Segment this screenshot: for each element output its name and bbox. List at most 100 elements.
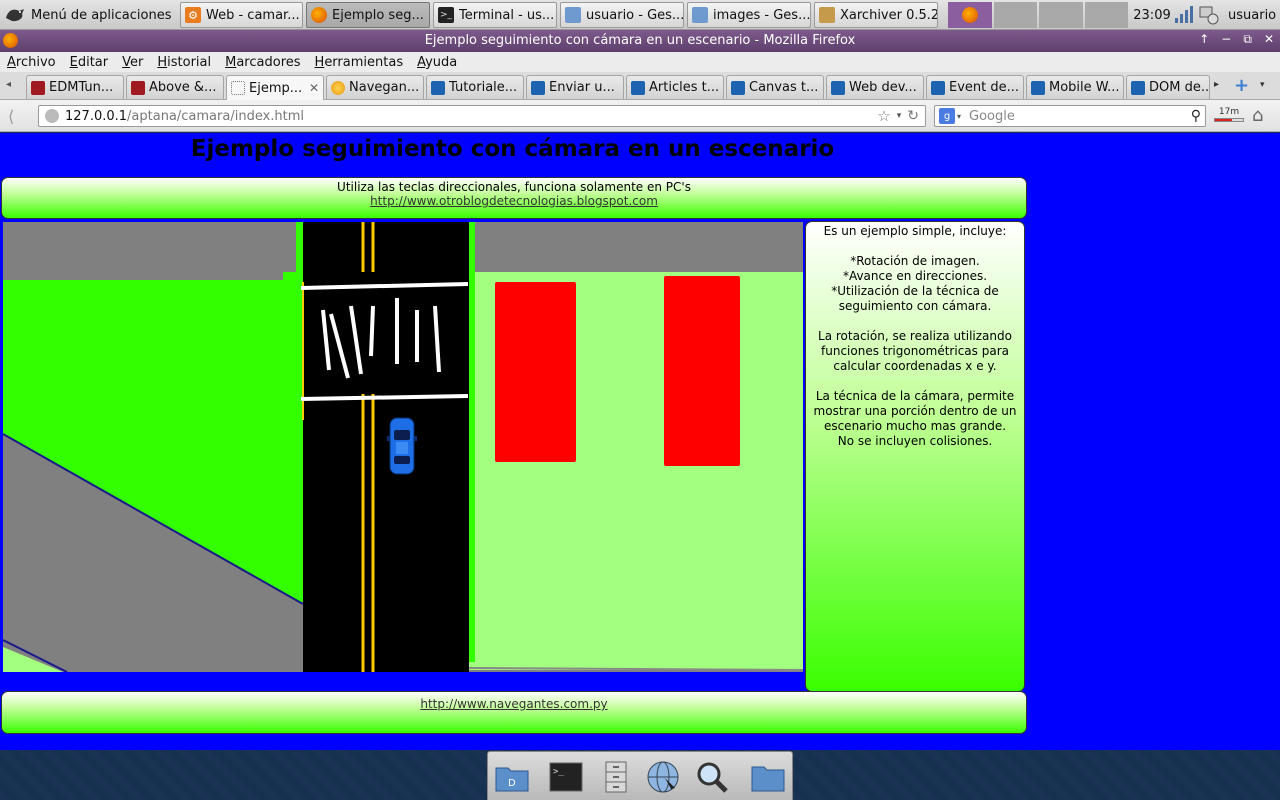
task-label: usuario - Ges... <box>586 7 684 23</box>
tab-label: Mobile W... <box>1049 80 1120 95</box>
window-close-icon[interactable]: ✕ <box>1264 32 1274 47</box>
reload-icon[interactable]: ↻ <box>907 108 919 124</box>
tab-label: Web dev... <box>849 80 917 95</box>
workspace-switcher[interactable] <box>948 2 1128 28</box>
task-terminal[interactable]: >_ Terminal - us... <box>433 2 557 28</box>
user-name[interactable]: usuario <box>1228 2 1278 28</box>
back-icon[interactable]: ⟨ <box>8 107 30 126</box>
app-menu-button[interactable]: Menú de aplicaciones <box>4 2 176 28</box>
menu-editar[interactable]: Editar <box>70 55 109 70</box>
menu-historial[interactable]: Historial <box>157 55 211 70</box>
menu-herramientas[interactable]: Herramientas <box>315 55 404 70</box>
app-menu-label: Menú de aplicaciones <box>31 7 172 23</box>
downloads-button[interactable]: 17m <box>1214 107 1244 127</box>
network-signal-icon[interactable] <box>1174 2 1196 28</box>
intro-link[interactable]: http://www.otroblogdetecnologias.blogspo… <box>370 194 658 208</box>
menubar: Archivo Editar Ver Historial Marcadores … <box>0 52 1280 72</box>
files-icon[interactable]: D <box>494 760 530 794</box>
mdn-favicon-icon <box>1131 80 1145 95</box>
info-line: seguimiento con cámara. <box>838 299 992 313</box>
navigation-toolbar: ⟨ 127.0.0.1 /aptana/camara/index.html ☆ … <box>0 100 1280 132</box>
mdn-favicon-icon <box>631 80 645 95</box>
window-minimize-icon[interactable]: − <box>1221 32 1231 47</box>
cabinet-icon[interactable] <box>598 760 634 794</box>
firefox-icon <box>961 7 978 23</box>
info-line: *Avance en direcciones. <box>842 269 988 283</box>
info-panel: Es un ejemplo simple, incluye: *Rotación … <box>805 221 1025 692</box>
tab-event[interactable]: Event de... <box>926 75 1024 99</box>
tab-navegantes[interactable]: Navegan... <box>326 75 424 99</box>
menu-marcadores[interactable]: Marcadores <box>225 55 300 70</box>
tab-tutoriales[interactable]: Tutoriale... <box>426 75 524 99</box>
search-icon[interactable]: ⚲ <box>1191 108 1201 124</box>
red-building-1 <box>495 282 576 462</box>
terminal-icon[interactable]: >_ <box>548 760 584 794</box>
workspace-4[interactable] <box>1084 2 1128 28</box>
bookmark-star-icon[interactable]: ☆ <box>877 107 890 125</box>
url-path: /aptana/camara/index.html <box>127 108 305 124</box>
footer-link[interactable]: http://www.navegantes.com.py <box>420 697 607 711</box>
home-icon[interactable]: ⌂ <box>1252 105 1263 126</box>
task-firefox[interactable]: Ejemplo seg... <box>306 2 430 28</box>
task-label: Xarchiver 0.5.2 <box>840 7 938 23</box>
tab-label: Navegan... <box>349 80 420 95</box>
window-shade-icon[interactable]: ↑ <box>1199 32 1209 47</box>
new-tab-icon[interactable]: + <box>1234 75 1249 96</box>
tab-close-icon[interactable]: ✕ <box>309 81 319 95</box>
tab-scroll-left-icon[interactable]: ◂ <box>6 79 11 90</box>
menu-archivo[interactable]: Archivo <box>7 55 56 70</box>
info-line <box>806 374 1024 389</box>
tab-web-dev[interactable]: Web dev... <box>826 75 924 99</box>
tab-ejemplo[interactable]: Ejemp... ✕ <box>226 75 324 100</box>
tab-dom[interactable]: DOM de... <box>1126 75 1210 99</box>
terminal-icon: >_ <box>438 7 454 23</box>
edm-favicon-icon <box>131 80 145 95</box>
site-identity-icon[interactable] <box>45 109 59 123</box>
mdn-favicon-icon <box>431 80 445 95</box>
tab-label: Ejemp... <box>249 80 303 96</box>
task-web[interactable]: ⚙ Web - camar... <box>180 2 303 28</box>
game-canvas[interactable] <box>3 222 803 672</box>
tab-label: Enviar u... <box>549 80 615 95</box>
edm-favicon-icon <box>31 80 45 95</box>
task-label: images - Ges... <box>713 7 811 23</box>
search-bar[interactable]: g ▾ Google ⚲ <box>934 105 1206 127</box>
archive-icon <box>819 7 835 23</box>
google-engine-icon[interactable]: g <box>939 108 955 124</box>
task-label: Terminal - us... <box>459 7 555 23</box>
task-images-folder[interactable]: images - Ges... <box>687 2 811 28</box>
tab-articles[interactable]: Articles t... <box>626 75 724 99</box>
mdn-favicon-icon <box>531 80 545 95</box>
folder-icon[interactable] <box>750 760 786 794</box>
workspace-3[interactable] <box>1039 2 1083 28</box>
tab-label: Above &... <box>149 80 217 95</box>
task-xarchiver[interactable]: Xarchiver 0.5.2 <box>814 2 938 28</box>
engine-dropdown-icon[interactable]: ▾ <box>957 112 961 121</box>
tab-scroll-right-icon[interactable]: ▸ <box>1214 79 1219 90</box>
info-line <box>806 239 1024 254</box>
network-manager-icon[interactable] <box>1198 2 1222 28</box>
tab-above[interactable]: Above &... <box>126 75 224 99</box>
browser-icon[interactable] <box>645 760 681 794</box>
info-line: *Rotación de imagen. <box>850 254 980 268</box>
workspace-2[interactable] <box>993 2 1037 28</box>
tab-canvas[interactable]: Canvas t... <box>726 75 824 99</box>
tab-enviar[interactable]: Enviar u... <box>526 75 624 99</box>
window-titlebar[interactable]: Ejemplo seguimiento con cámara en un esc… <box>0 30 1280 52</box>
tab-mobile[interactable]: Mobile W... <box>1026 75 1124 99</box>
workspace-1[interactable] <box>948 2 992 28</box>
clock[interactable]: 23:09 <box>1132 2 1172 28</box>
window-title: Ejemplo seguimiento con cámara en un esc… <box>424 33 856 48</box>
footer-box: http://www.navegantes.com.py <box>1 691 1027 734</box>
menu-ayuda[interactable]: Ayuda <box>417 55 457 70</box>
tab-edmtuners[interactable]: EDMTun... <box>26 75 124 99</box>
url-dropdown-icon[interactable]: ▾ <box>897 111 902 121</box>
window-maximize-icon[interactable]: ⧉ <box>1243 32 1252 47</box>
menu-ver[interactable]: Ver <box>122 55 143 70</box>
search-placeholder: Google <box>969 108 1015 124</box>
info-line: escenario mucho mas grande. <box>823 419 1007 433</box>
task-home-folder[interactable]: usuario - Ges... <box>560 2 684 28</box>
url-bar[interactable]: 127.0.0.1 /aptana/camara/index.html ☆ ▾ … <box>38 105 926 127</box>
search-icon[interactable] <box>694 760 730 794</box>
tab-list-icon[interactable]: ▾ <box>1260 80 1265 90</box>
